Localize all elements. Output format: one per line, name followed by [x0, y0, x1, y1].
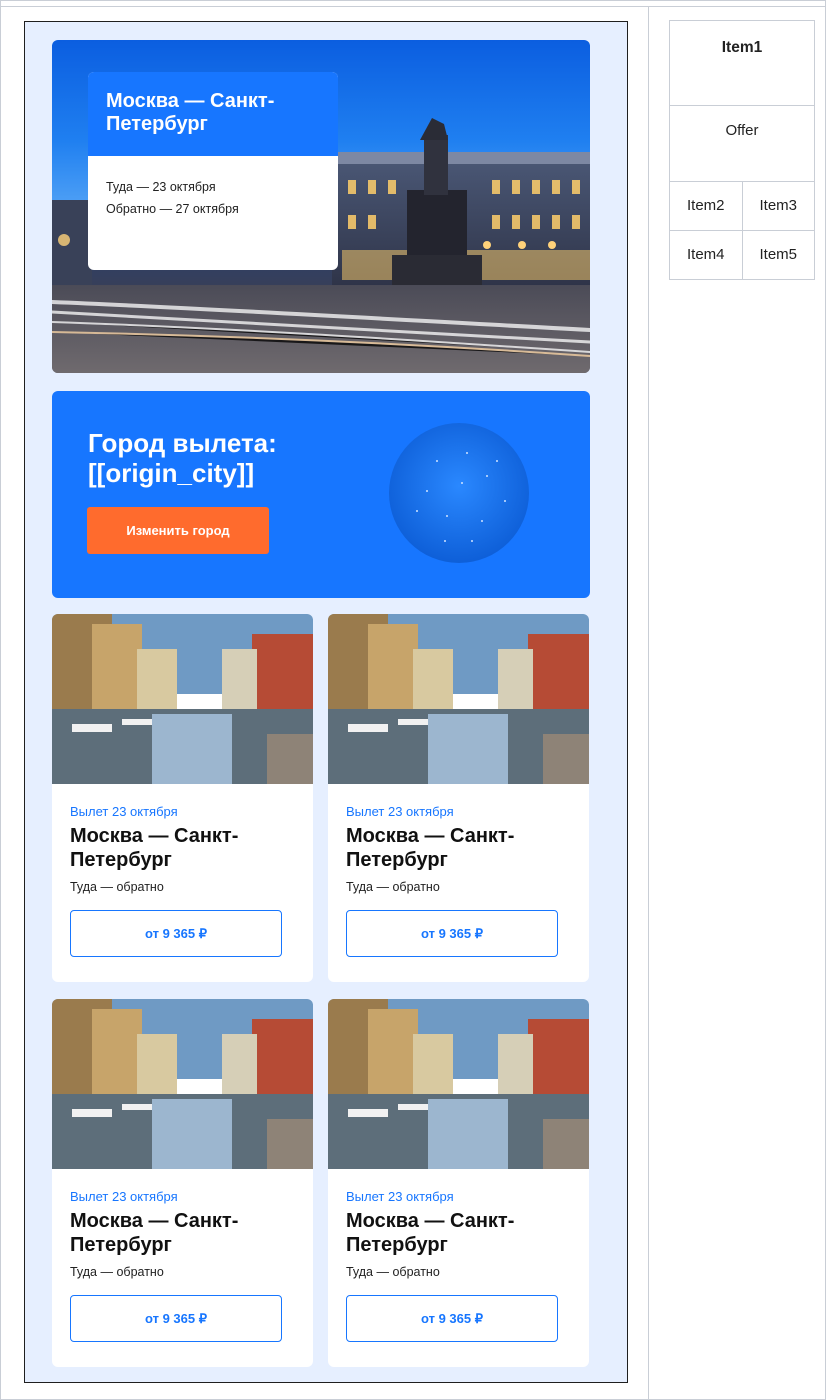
route-card: Москва — Санкт-Петербург Туда — 23 октяб…	[88, 72, 338, 270]
offer-trip-type: Туда — обратно	[70, 880, 164, 894]
price-button[interactable]: от 9 365 ₽	[70, 910, 282, 957]
origin-city-block: Город вылета: [[origin_city]] Изменить г…	[52, 391, 590, 598]
layout-structure-table: Item1 Offer Item2 Item3 Item4 Item5	[669, 20, 815, 280]
offer-route-title: Москва — Санкт-Петербург	[70, 1210, 239, 1256]
offer-trip-type: Туда — обратно	[70, 1265, 164, 1279]
change-city-button[interactable]: Изменить город	[87, 507, 269, 554]
departure-date: Вылет 23 октября	[346, 804, 454, 819]
offer-card: Вылет 23 октября Москва — Санкт-Петербур…	[328, 999, 589, 1367]
offer-route-title: Москва — Санкт-Петербург	[346, 825, 515, 871]
canal-photo	[52, 999, 313, 1169]
departure-date: Вылет 23 октября	[70, 1189, 178, 1204]
offer-route-title: Москва — Санкт-Петербург	[346, 1210, 515, 1256]
offer-trip-type: Туда — обратно	[346, 1265, 440, 1279]
price-button[interactable]: от 9 365 ₽	[70, 1295, 282, 1342]
offer-route-title: Москва — Санкт-Петербург	[70, 825, 239, 871]
departure-date: Вылет 23 октября	[70, 804, 178, 819]
origin-city-title: Город вылета: [[origin_city]]	[88, 428, 277, 488]
table-column-divider	[648, 6, 649, 1400]
offer-trip-type: Туда — обратно	[346, 880, 440, 894]
canal-photo	[328, 999, 589, 1169]
canal-photo	[328, 614, 589, 784]
email-preview: Москва — Санкт-Петербург Туда — 23 октяб…	[24, 21, 628, 1383]
departure-date: Вылет 23 октября	[346, 1189, 454, 1204]
return-date: Обратно — 27 октября	[106, 202, 239, 216]
table-cell-item5[interactable]: Item5	[741, 231, 815, 279]
table-cell-offer[interactable]: Offer	[670, 106, 814, 181]
table-cell-item4[interactable]: Item4	[670, 231, 742, 279]
offer-card: Вылет 23 октября Москва — Санкт-Петербур…	[52, 614, 313, 982]
price-button[interactable]: от 9 365 ₽	[346, 1295, 558, 1342]
canal-photo	[52, 614, 313, 784]
offer-card: Вылет 23 октября Москва — Санкт-Петербур…	[52, 999, 313, 1367]
table-cell-item2[interactable]: Item2	[670, 182, 742, 230]
route-title: Москва — Санкт-Петербург	[88, 72, 338, 156]
globe-icon	[389, 423, 529, 563]
price-button[interactable]: от 9 365 ₽	[346, 910, 558, 957]
offer-card: Вылет 23 октября Москва — Санкт-Петербур…	[328, 614, 589, 982]
table-cell-item1[interactable]: Item1	[670, 21, 814, 105]
hero-banner: Москва — Санкт-Петербург Туда — 23 октяб…	[52, 40, 590, 373]
outbound-date: Туда — 23 октября	[106, 180, 216, 194]
table-cell-item3[interactable]: Item3	[741, 182, 815, 230]
table-top-border	[0, 6, 826, 7]
